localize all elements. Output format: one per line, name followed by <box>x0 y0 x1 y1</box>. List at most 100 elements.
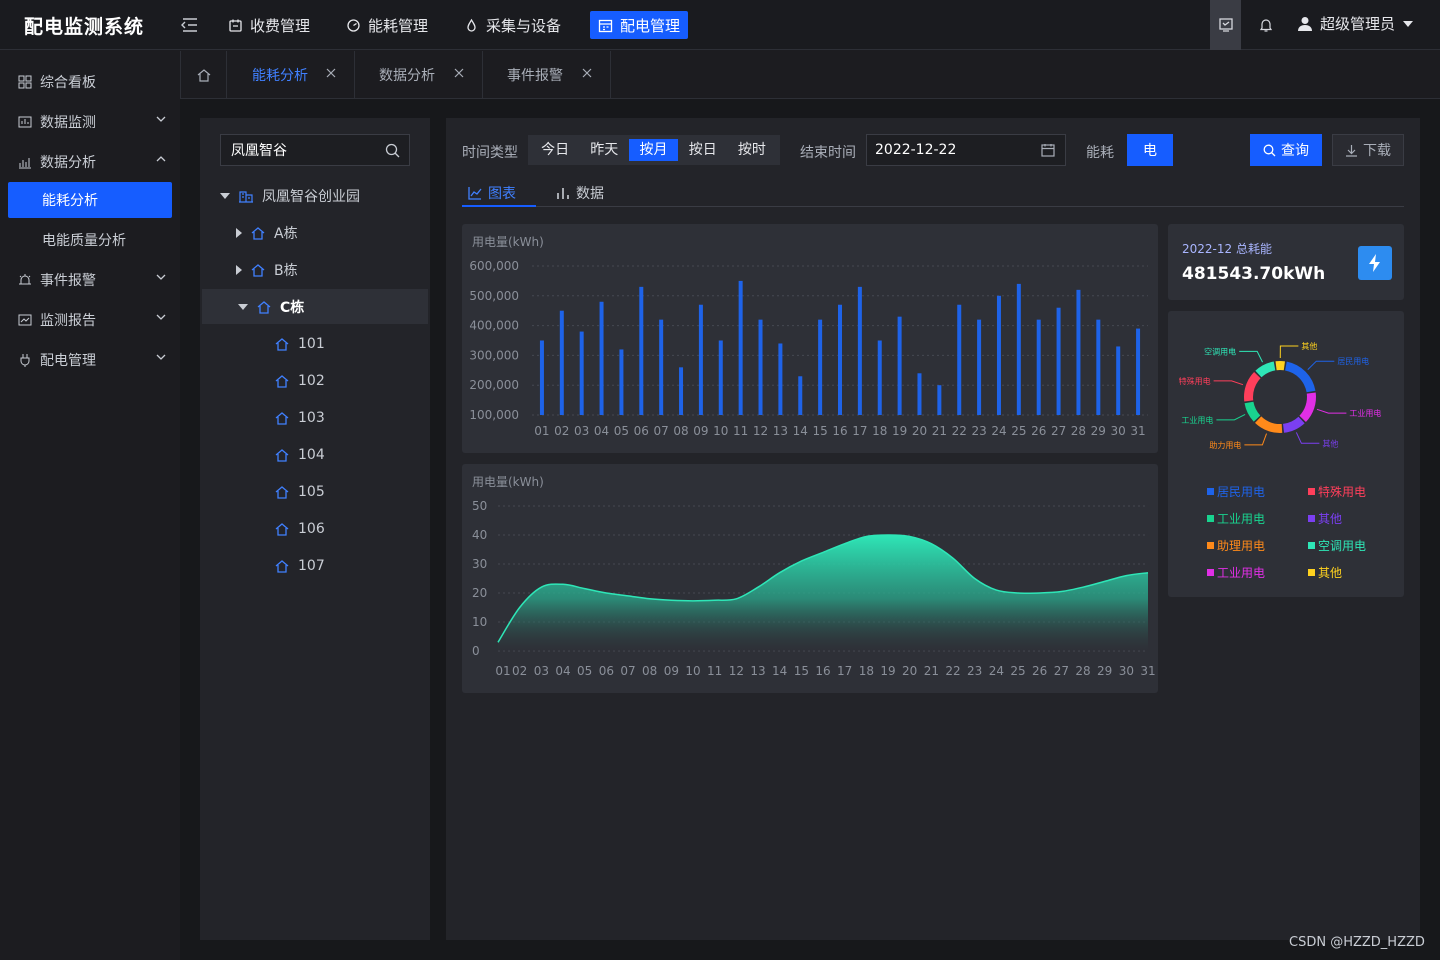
legend-item[interactable]: 特殊用电 <box>1308 483 1366 499</box>
pie-slice <box>1299 392 1316 422</box>
tree-node-room[interactable]: 104 <box>274 436 325 473</box>
pie-slice <box>1244 401 1261 422</box>
tree-search-input[interactable]: 凤凰智谷 <box>220 134 410 166</box>
legend-item[interactable]: 其他 <box>1308 510 1342 526</box>
tree-node-label: 104 <box>298 446 325 463</box>
screen-button[interactable] <box>1210 0 1241 50</box>
time-option-month[interactable]: 按月 <box>629 139 678 161</box>
x-tick-label: 07 <box>654 424 669 438</box>
tree-node-room[interactable]: 105 <box>274 473 325 510</box>
close-icon[interactable] <box>582 68 592 78</box>
x-tick-label: 04 <box>594 424 609 438</box>
tree-node-label: 105 <box>298 483 325 500</box>
x-tick-label: 01 <box>495 664 510 678</box>
menu-fold-icon[interactable] <box>180 16 200 34</box>
tree-node-building-a[interactable]: A栋 <box>236 214 298 251</box>
energy-type-electric[interactable]: 电 <box>1127 134 1173 166</box>
sidebar-item-distribution[interactable]: 配电管理 <box>8 342 172 378</box>
x-tick-label: 08 <box>673 424 688 438</box>
tree-node-label: A栋 <box>274 225 298 242</box>
tree-node-root[interactable]: 凤凰智谷创业园 <box>220 177 360 214</box>
x-tick-label: 05 <box>577 664 592 678</box>
x-tick-label: 29 <box>1091 424 1106 438</box>
app-title: 配电监测系统 <box>24 16 145 38</box>
area-chart-ylabel: 用电量(kWh) <box>472 475 544 489</box>
query-button[interactable]: 查询 <box>1250 134 1322 166</box>
x-tick-label: 02 <box>512 664 527 678</box>
view-tab-data[interactable]: 数据 <box>556 180 604 206</box>
legend-label: 工业用电 <box>1217 565 1266 580</box>
sidebar-item-analysis[interactable]: 数据分析 <box>8 144 172 180</box>
download-button[interactable]: 下载 <box>1332 134 1404 166</box>
x-tick-label: 08 <box>642 664 657 678</box>
nav-label: 能耗管理 <box>368 16 429 35</box>
time-option-hour[interactable]: 按时 <box>728 139 776 161</box>
pie-callout-label: 其他 <box>1322 438 1338 448</box>
tree-node-building-b[interactable]: B栋 <box>236 251 298 288</box>
bell-icon <box>1259 19 1273 32</box>
sidebar-item-alarms[interactable]: 事件报警 <box>8 262 172 298</box>
nav-billing[interactable]: 收费管理 <box>220 11 318 39</box>
legend-item[interactable]: 其他 <box>1308 564 1342 580</box>
x-tick-label: 09 <box>693 424 708 438</box>
line-chart-icon <box>468 187 482 200</box>
legend-item[interactable]: 空调用电 <box>1308 537 1366 553</box>
x-tick-label: 07 <box>620 664 635 678</box>
tree-node-label: C栋 <box>280 299 305 316</box>
tab-energy-analysis[interactable]: 能耗分析 <box>227 51 355 99</box>
pie-callout-label: 工业用电 <box>1181 415 1213 425</box>
view-tab-chart[interactable]: 图表 <box>468 180 516 206</box>
x-tick-label: 25 <box>1010 664 1025 678</box>
x-tick-label: 17 <box>837 664 852 678</box>
tree-node-room[interactable]: 102 <box>274 362 325 399</box>
time-option-today[interactable]: 今日 <box>531 139 579 161</box>
tree-node-room[interactable]: 106 <box>274 510 325 547</box>
home-icon <box>197 69 210 82</box>
pie-slice <box>1255 416 1283 433</box>
monitor-icon <box>18 116 32 128</box>
sidebar-item-dashboard[interactable]: 综合看板 <box>8 64 172 100</box>
x-tick-label: 16 <box>832 424 847 438</box>
end-date-picker[interactable]: 2022-12-22 <box>866 134 1066 166</box>
close-icon[interactable] <box>326 68 336 78</box>
close-icon[interactable] <box>454 68 464 78</box>
bar-chart: 100,000 200,000 300,000 400,000 500,000 600,0… <box>469 259 1148 438</box>
sidebar-item-power-quality[interactable]: 电能质量分析 <box>8 222 172 258</box>
home-icon <box>251 263 265 277</box>
notification-button[interactable] <box>1253 0 1279 50</box>
bar <box>996 295 1001 415</box>
tab-event-alarms[interactable]: 事件报警 <box>483 51 611 99</box>
x-tick-label: 23 <box>967 664 982 678</box>
pie-callout-line <box>1316 408 1347 414</box>
search-icon[interactable] <box>385 143 400 158</box>
bar <box>838 304 842 415</box>
nav-collection[interactable]: 采集与设备 <box>456 11 569 39</box>
sidebar-item-energy-analysis[interactable]: 能耗分析 <box>8 182 172 218</box>
sidebar-item-reports[interactable]: 监测报告 <box>8 302 172 338</box>
legend-item[interactable]: 工业用电 <box>1207 564 1265 580</box>
nav-distribution[interactable]: 配电管理 <box>590 11 689 39</box>
tree-node-room[interactable]: 107 <box>274 547 325 584</box>
tree-node-building-c[interactable]: C栋 <box>238 288 304 325</box>
bar <box>897 316 902 415</box>
tree-node-room[interactable]: 101 <box>274 325 325 362</box>
y-tick-label: 500,000 <box>469 289 519 303</box>
bar <box>679 367 684 415</box>
legend-item[interactable]: 居民用电 <box>1207 483 1265 499</box>
tree-node-room[interactable]: 103 <box>274 399 325 436</box>
bar-chart-icon <box>557 188 569 199</box>
legend-item[interactable]: 工业用电 <box>1207 510 1265 526</box>
time-option-day[interactable]: 按日 <box>679 139 727 161</box>
nav-label: 收费管理 <box>250 16 311 35</box>
tab-home[interactable] <box>181 51 227 99</box>
user-menu[interactable]: 超级管理员 <box>1296 13 1414 34</box>
tab-data-analysis[interactable]: 数据分析 <box>355 51 483 99</box>
building-icon <box>239 190 253 203</box>
sidebar-item-monitoring[interactable]: 数据监测 <box>8 104 172 140</box>
time-option-yesterday[interactable]: 昨天 <box>580 139 628 161</box>
home-icon <box>275 522 289 536</box>
legend-item[interactable]: 助理用电 <box>1207 537 1265 553</box>
pie-callout-line <box>1216 414 1246 421</box>
nav-energy[interactable]: 能耗管理 <box>338 11 436 39</box>
x-tick-label: 14 <box>793 424 808 438</box>
